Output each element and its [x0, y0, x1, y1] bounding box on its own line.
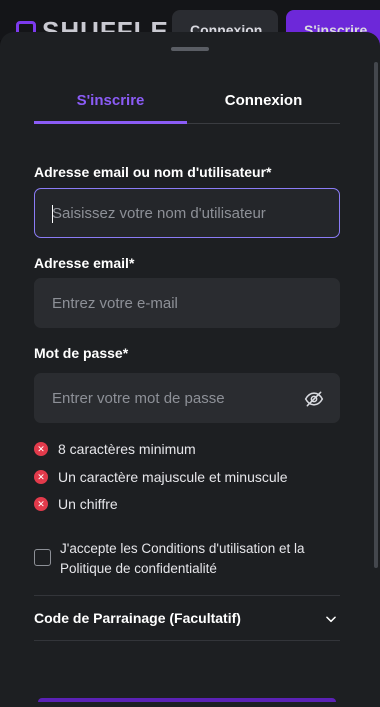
x-circle-icon: ✕ — [34, 442, 48, 456]
tab-login[interactable]: Connexion — [187, 90, 340, 124]
requirement-digit: ✕ Un chiffre — [34, 496, 118, 512]
chevron-down-icon — [326, 616, 336, 623]
auth-tabs: S'inscrire Connexion — [34, 90, 340, 124]
tab-signup[interactable]: S'inscrire — [34, 90, 187, 124]
terms-label[interactable]: J'accepte les Conditions d'utilisation e… — [60, 539, 350, 579]
signup-sheet: S'inscrire Connexion Adresse email ou no… — [0, 32, 380, 707]
divider — [34, 595, 340, 596]
username-label: Adresse email ou nom d'utilisateur* — [34, 164, 272, 180]
email-label: Adresse email* — [34, 255, 135, 271]
requirement-case: ✕ Un caractère majuscule et minuscule — [34, 469, 288, 485]
email-input[interactable] — [52, 279, 292, 327]
eye-off-icon[interactable] — [304, 389, 324, 409]
signup-screen: SHUFFLE Connexion S'inscrire S'inscrire … — [0, 0, 380, 707]
requirement-text: 8 caractères minimum — [58, 441, 196, 457]
password-input[interactable] — [52, 374, 292, 422]
referral-label: Code de Parrainage (Facultatif) — [34, 610, 241, 626]
submit-button-edge[interactable] — [38, 698, 336, 702]
divider — [34, 640, 340, 641]
username-field[interactable] — [34, 188, 340, 238]
email-field[interactable] — [34, 278, 340, 328]
sheet-drag-handle[interactable] — [171, 47, 209, 51]
requirement-min-length: ✕ 8 caractères minimum — [34, 441, 196, 457]
referral-toggle[interactable]: Code de Parrainage (Facultatif) — [34, 604, 340, 634]
requirement-text: Un chiffre — [58, 496, 118, 512]
username-input[interactable] — [52, 189, 292, 237]
terms-checkbox[interactable] — [34, 549, 51, 566]
password-label: Mot de passe* — [34, 345, 129, 361]
password-field[interactable] — [34, 373, 340, 423]
x-circle-icon: ✕ — [34, 470, 48, 484]
text-caret — [52, 205, 53, 223]
requirement-text: Un caractère majuscule et minuscule — [58, 469, 288, 485]
scrollbar[interactable] — [374, 62, 378, 568]
x-circle-icon: ✕ — [34, 497, 48, 511]
